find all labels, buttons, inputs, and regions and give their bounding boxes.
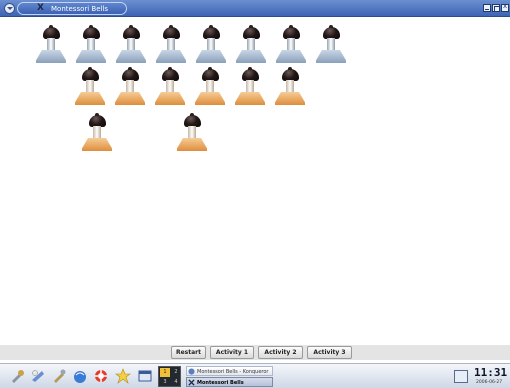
bell-orange[interactable]: [175, 113, 209, 153]
help-lifebuoy-icon[interactable]: [93, 368, 109, 384]
bell-orange[interactable]: [193, 67, 227, 107]
restart-button[interactable]: Restart: [171, 346, 206, 359]
activity-2-button[interactable]: Activity 2: [258, 346, 303, 359]
taskbar-item-label: Montessori Bells: [197, 380, 244, 386]
taskbar: 1 2 3 4 Montessori Bells - Konqueror Mon…: [0, 363, 510, 388]
bell-blue[interactable]: [314, 25, 348, 65]
bell-blue[interactable]: [74, 25, 108, 65]
desktop-pager: 1 2 3 4: [158, 366, 181, 387]
bell-blue[interactable]: [234, 25, 268, 65]
bell-orange[interactable]: [80, 113, 114, 153]
star-icon[interactable]: [115, 368, 131, 384]
konqueror-icon: [188, 368, 195, 375]
clock-time[interactable]: 11:31: [474, 366, 508, 379]
tools-icon[interactable]: [10, 368, 26, 384]
bell-orange[interactable]: [273, 67, 307, 107]
bell-orange[interactable]: [233, 67, 267, 107]
minimize-button[interactable]: [483, 4, 491, 12]
pager-desktop-1[interactable]: 1: [160, 368, 170, 377]
bell-blue[interactable]: [34, 25, 68, 65]
wrench-icon[interactable]: [51, 368, 67, 384]
maximize-button[interactable]: [492, 4, 500, 12]
bell-blue[interactable]: [274, 25, 308, 65]
window-title: Montessori Bells: [51, 5, 109, 13]
pager-desktop-3[interactable]: 3: [160, 378, 170, 387]
taskbar-item-montessori-bells[interactable]: Montessori Bells: [186, 377, 273, 387]
kde-star-icon[interactable]: [30, 368, 46, 384]
bell-orange[interactable]: [153, 67, 187, 107]
activity-3-button[interactable]: Activity 3: [307, 346, 352, 359]
pager-desktop-2[interactable]: 2: [171, 368, 181, 377]
window-menu-button[interactable]: [4, 3, 15, 14]
taskbar-item-konqueror[interactable]: Montessori Bells - Konqueror: [186, 366, 273, 376]
x-app-icon: [188, 379, 195, 386]
taskbar-item-label: Montessori Bells - Konqueror: [197, 369, 269, 375]
app-x-icon: X: [37, 3, 44, 13]
close-button[interactable]: [501, 2, 509, 12]
screen: X Montessori Bells Restart Activity 1 Ac…: [0, 0, 510, 388]
bell-blue[interactable]: [194, 25, 228, 65]
activity-button-bar: Restart Activity 1 Activity 2 Activity 3: [0, 345, 510, 360]
clock-date: 2006-06-27: [476, 380, 503, 385]
bell-orange[interactable]: [73, 67, 107, 107]
browser-globe-icon[interactable]: [72, 368, 88, 384]
window-list-icon[interactable]: [137, 368, 153, 384]
bell-blue[interactable]: [114, 25, 148, 65]
title-bar: X Montessori Bells: [0, 0, 510, 17]
bells-canvas: [0, 17, 510, 363]
bell-orange[interactable]: [113, 67, 147, 107]
pager-desktop-4[interactable]: 4: [171, 378, 181, 387]
bell-blue[interactable]: [154, 25, 188, 65]
activity-1-button[interactable]: Activity 1: [210, 346, 254, 359]
clipboard-tray-icon[interactable]: [454, 370, 468, 383]
title-pill: X Montessori Bells: [17, 2, 127, 15]
